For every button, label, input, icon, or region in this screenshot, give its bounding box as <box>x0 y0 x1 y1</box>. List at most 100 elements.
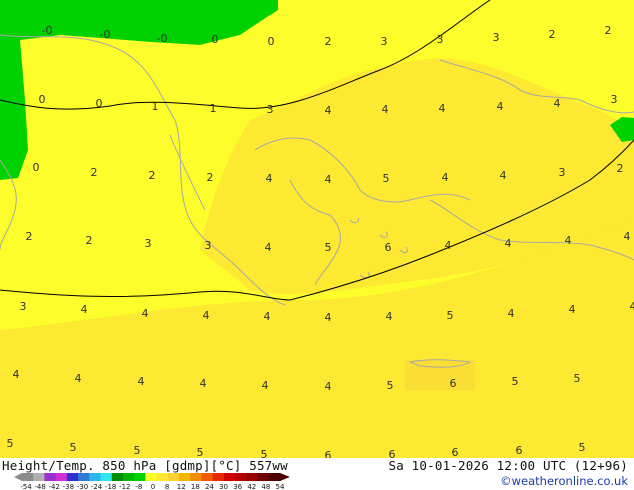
temp-value: 4 <box>442 171 449 184</box>
scale-label: -38 <box>63 483 74 490</box>
scale-label: -48 <box>34 483 45 490</box>
scale-arrow-right <box>280 473 290 481</box>
scale-label: -18 <box>105 483 116 490</box>
scale-label: -54 <box>20 483 32 490</box>
temp-value: 5 <box>70 441 77 454</box>
scale-swatch <box>201 473 214 481</box>
temp-value: 2 <box>325 35 332 48</box>
weather-map: -0 -0 -0 0 0 2 3 3 3 2 2 0 0 1 1 3 4 4 4 4 4 3 0 2 2 2 4 4 5 4 4 3 2 2 2 3 3… <box>0 0 634 458</box>
temp-value: 4 <box>203 309 210 322</box>
scale-label: -24 <box>91 483 103 490</box>
temp-value: 4 <box>264 310 271 323</box>
scale-label: 30 <box>219 483 228 490</box>
temp-value: 3 <box>611 93 618 106</box>
temp-value: 4 <box>439 102 446 115</box>
scale-swatch <box>190 473 202 481</box>
scale-swatch <box>257 473 270 481</box>
temp-value: 3 <box>437 33 444 46</box>
temp-value: 2 <box>26 230 33 243</box>
scale-swatch <box>111 473 124 481</box>
scale-label: 12 <box>177 483 186 490</box>
temp-value: 3 <box>205 239 212 252</box>
temp-value: 1 <box>210 102 217 115</box>
color-scale-labels: -54 -48 -42 -38 -30 -24 -18 -12 -8 0 8 12 18 24 30 36 42… <box>20 483 285 490</box>
temp-value: 3 <box>20 300 27 313</box>
temp-value: 2 <box>149 169 156 182</box>
temp-value: 5 <box>447 309 454 322</box>
temp-value: 2 <box>617 162 624 175</box>
temp-value: 5 <box>579 441 586 454</box>
temp-value: 1 <box>152 100 159 113</box>
temp-value: 4 <box>75 372 82 385</box>
scale-label: 18 <box>191 483 200 490</box>
scale-label: -12 <box>119 483 130 490</box>
color-scale-bar <box>14 473 290 481</box>
scale-swatch <box>268 473 281 481</box>
scale-label: 36 <box>233 483 242 490</box>
scale-arrow-left <box>14 473 22 481</box>
temp-value: 6 <box>385 241 392 254</box>
temp-value: 4 <box>505 237 512 250</box>
temp-value: 6 <box>389 448 396 458</box>
temp-value: 4 <box>13 368 20 381</box>
temp-value: 5 <box>325 241 332 254</box>
scale-swatch <box>89 473 102 481</box>
temp-value: 4 <box>508 307 515 320</box>
temp-value: 3 <box>267 103 274 116</box>
temp-value: 6 <box>516 444 523 457</box>
temp-value: 6 <box>450 377 457 390</box>
temp-value: 4 <box>200 377 207 390</box>
scale-swatch <box>145 473 158 481</box>
scale-label: 42 <box>247 483 256 490</box>
temp-value: 4 <box>565 234 572 247</box>
temp-value: 4 <box>382 103 389 116</box>
temp-value: 4 <box>81 303 88 316</box>
scale-label: 54 <box>276 483 285 490</box>
scale-label: -42 <box>49 483 60 490</box>
temp-value: 4 <box>325 311 332 324</box>
temp-value: 0 <box>39 93 46 106</box>
temp-value: 2 <box>207 171 214 184</box>
scale-swatch <box>156 473 169 481</box>
scale-label: -30 <box>77 483 88 490</box>
scale-swatch <box>66 473 79 481</box>
temp-value: -0 <box>157 32 168 45</box>
scale-label: -8 <box>135 483 142 490</box>
color-scale: -54 -48 -42 -38 -30 -24 -18 -12 -8 0 8 12 18 24 30 36 42… <box>14 473 290 490</box>
scale-label: 8 <box>165 483 169 490</box>
temp-value: 2 <box>86 234 93 247</box>
temp-value: 0 <box>33 161 40 174</box>
scale-swatch <box>100 473 113 481</box>
temp-value: 5 <box>512 375 519 388</box>
scale-swatch <box>167 473 180 481</box>
temp-value: 4 <box>630 300 634 313</box>
temp-value: 4 <box>325 173 332 186</box>
credit-link[interactable]: ©weatheronline.co.uk <box>500 474 628 488</box>
temp-value: 5 <box>387 379 394 392</box>
temp-value: 3 <box>145 237 152 250</box>
temp-value: 4 <box>497 100 504 113</box>
scale-swatch <box>78 473 90 481</box>
temp-value: 5 <box>134 444 141 457</box>
temp-value: 5 <box>7 437 14 450</box>
scale-swatch <box>179 473 191 481</box>
temp-value: 6 <box>325 449 332 458</box>
temp-value: 4 <box>138 375 145 388</box>
temp-value: 2 <box>91 166 98 179</box>
scale-swatch <box>55 473 68 481</box>
scale-label: 24 <box>205 483 214 490</box>
temp-value: 5 <box>574 372 581 385</box>
scale-swatch <box>223 473 236 481</box>
temp-value: 3 <box>559 166 566 179</box>
valid-time: Sa 10-01-2026 12:00 UTC (12+96) <box>388 458 628 473</box>
temp-value: 4 <box>624 230 631 243</box>
temp-value: 5 <box>261 448 268 458</box>
temp-value: -0 <box>100 28 111 41</box>
scale-swatch <box>134 473 146 481</box>
temp-value: 4 <box>262 379 269 392</box>
temp-value: 3 <box>381 35 388 48</box>
scale-swatch <box>44 473 57 481</box>
temp-value: 0 <box>268 35 275 48</box>
temp-value: 0 <box>212 33 219 46</box>
temp-value: 4 <box>325 104 332 117</box>
